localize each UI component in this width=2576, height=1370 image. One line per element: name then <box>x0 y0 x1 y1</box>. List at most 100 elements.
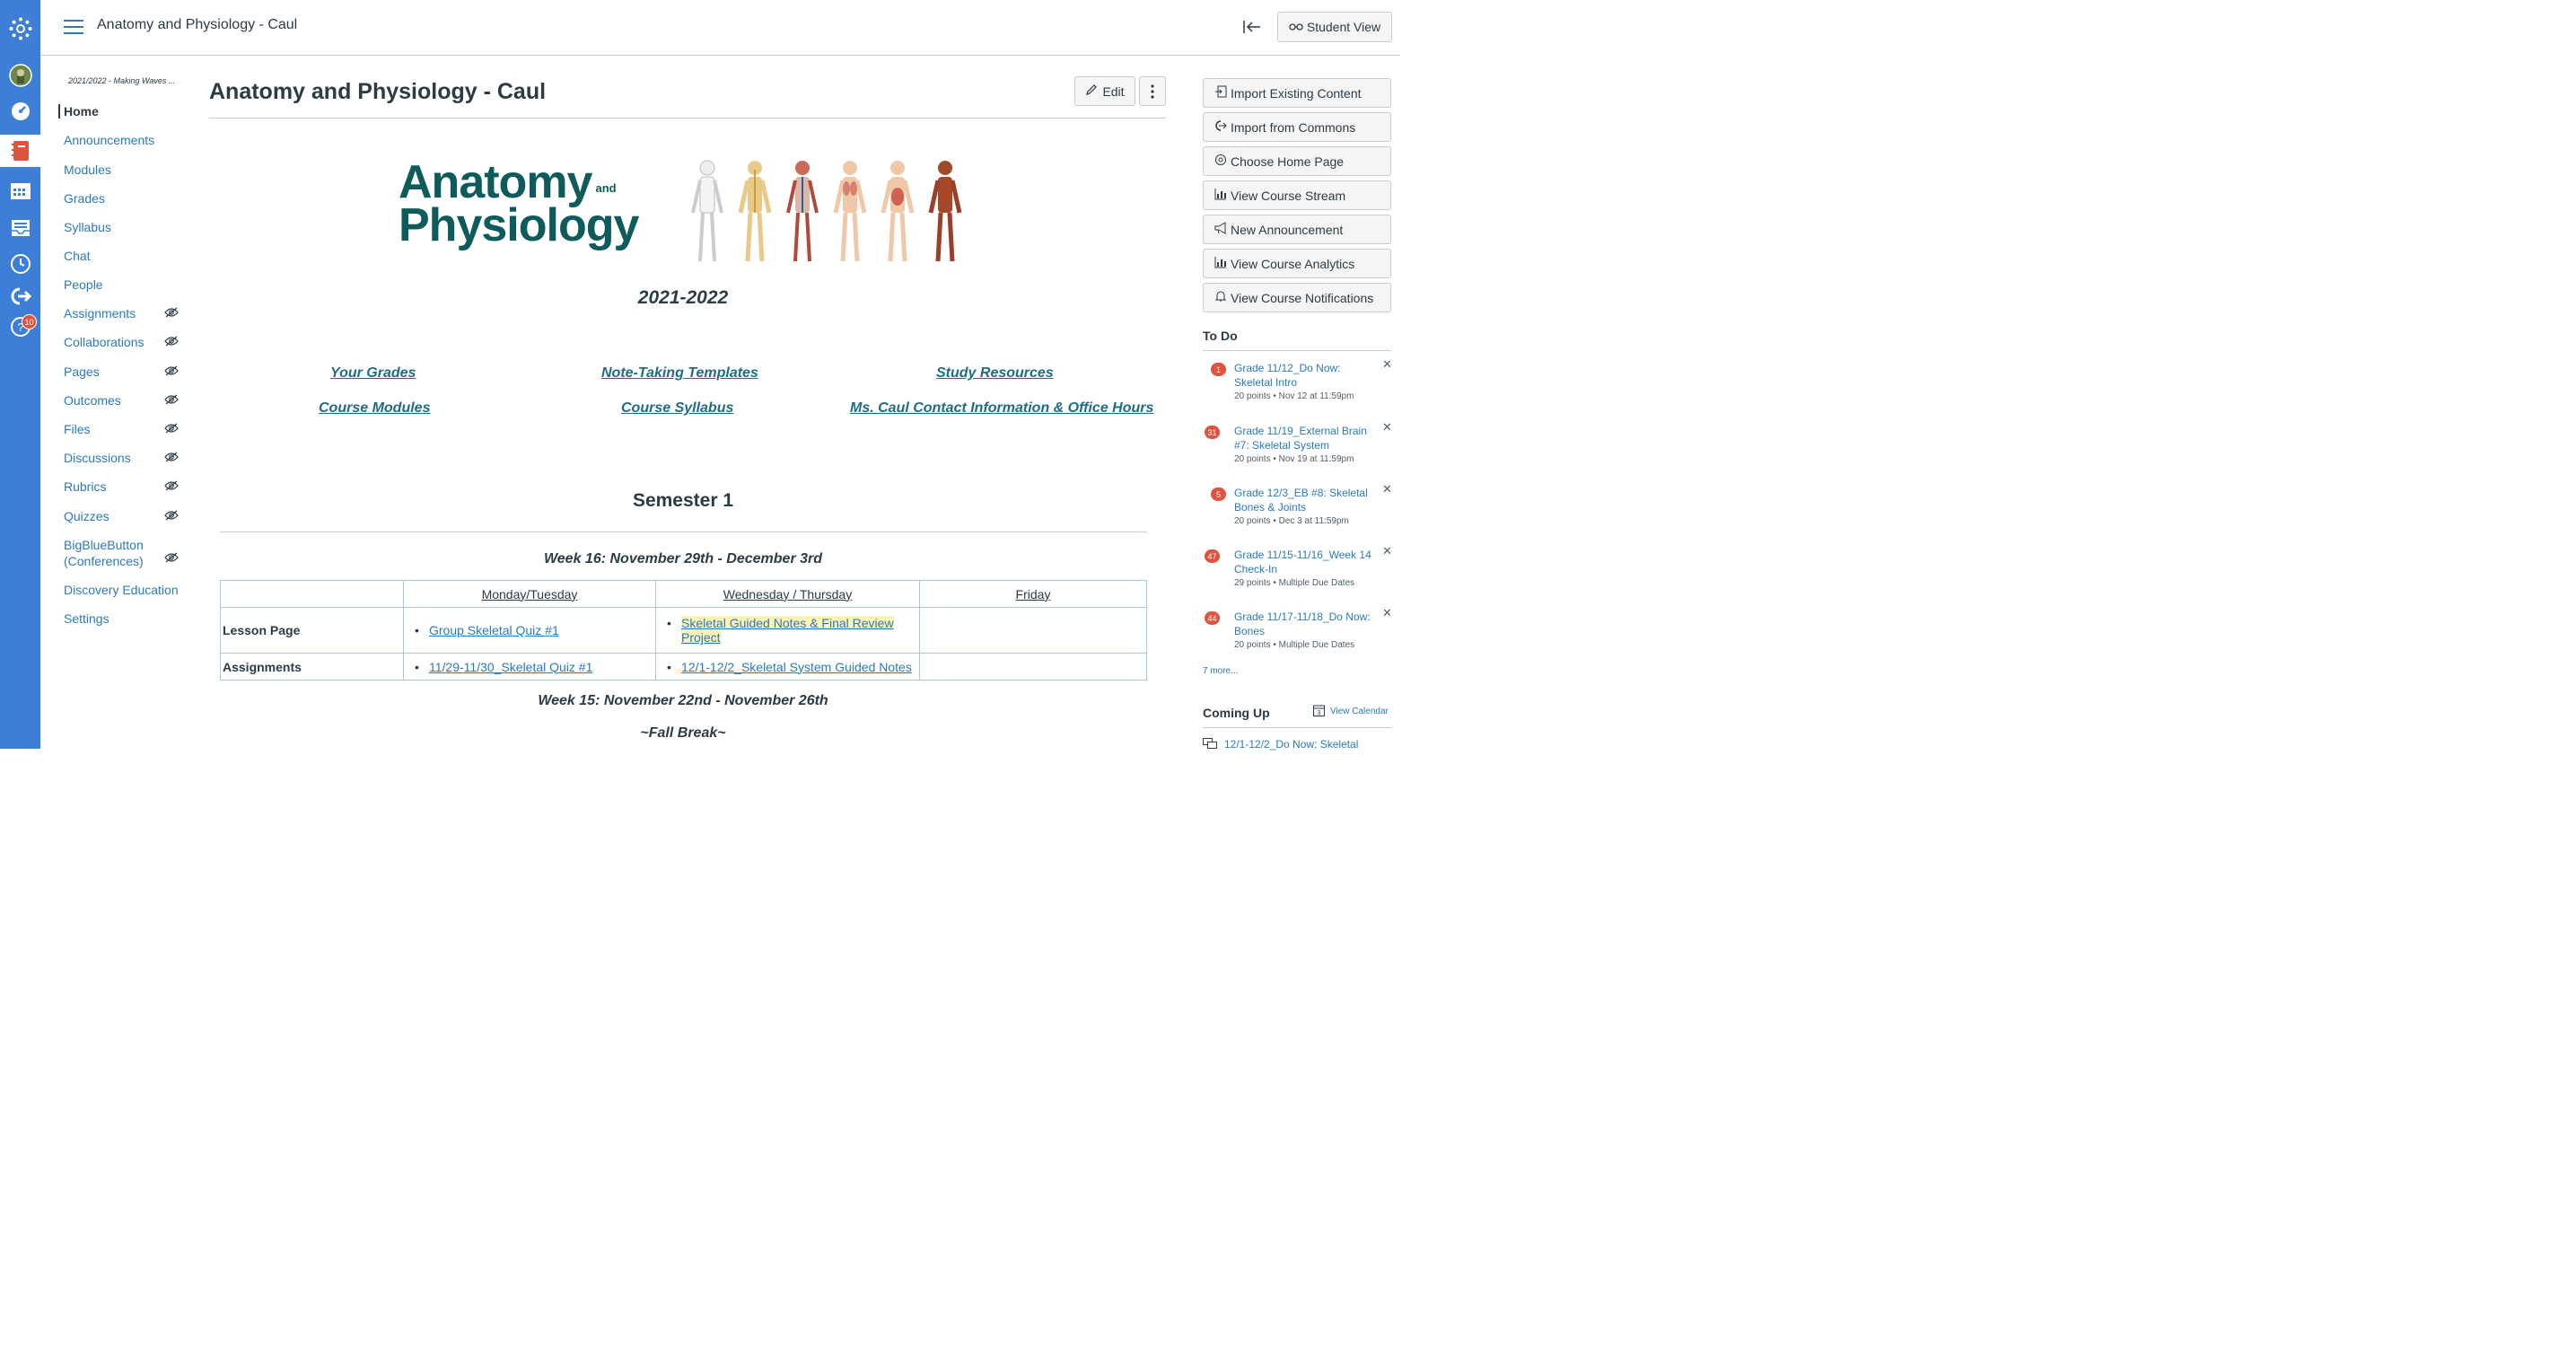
schedule-link[interactable]: 11/29-11/30_Skeletal Quiz #1 <box>429 660 592 674</box>
todo-more-link[interactable]: 7 more... <box>1203 666 1238 676</box>
link-contact-office-hours[interactable]: Ms. Caul Contact Information & Office Ho… <box>850 400 1153 417</box>
courses-icon[interactable] <box>0 135 40 167</box>
coming-up-heading: Coming Up <box>1203 706 1270 720</box>
respiratory-figure <box>833 161 867 262</box>
import-icon <box>1214 85 1227 101</box>
student-view-button[interactable]: Student View <box>1277 12 1392 42</box>
breadcrumb-course[interactable]: Anatomy and Physiology - Caul <box>97 17 297 33</box>
dismiss-icon[interactable]: ✕ <box>1382 544 1392 558</box>
needs-grading-count: 31 <box>1205 426 1220 439</box>
dismiss-icon[interactable]: ✕ <box>1382 357 1392 372</box>
todo-meta: 20 points • Multiple Due Dates <box>1234 640 1355 650</box>
banner-and: and <box>595 181 617 195</box>
import-from-commons-button[interactable]: Import from Commons <box>1203 112 1391 142</box>
history-icon[interactable] <box>0 248 40 280</box>
todo-meta: 20 points • Nov 12 at 11:59pm <box>1234 391 1354 401</box>
term-label: 2021/2022 - Making Waves ... <box>68 76 176 85</box>
view-course-notifications-button[interactable]: View Course Notifications <box>1203 283 1391 312</box>
view-course-stream-button[interactable]: View Course Stream <box>1203 180 1391 210</box>
banner-line2: Physiology <box>399 198 639 251</box>
hidden-eye-icon <box>164 551 179 567</box>
dismiss-icon[interactable]: ✕ <box>1382 420 1392 435</box>
import-existing-content-label: Import Existing Content <box>1231 85 1362 101</box>
pencil-icon <box>1085 83 1098 99</box>
todo-title[interactable]: Grade 11/12_Do Now: Skeletal Intro <box>1234 361 1376 390</box>
hidden-eye-icon <box>164 393 179 409</box>
hidden-eye-icon <box>164 451 179 467</box>
course-nav-modules[interactable]: Modules <box>58 162 111 177</box>
view-calendar-link[interactable]: 3 View Calendar <box>1313 704 1389 719</box>
fall-break-note: ~Fall Break~ <box>640 725 726 741</box>
new-announcement-label: New Announcement <box>1231 222 1344 237</box>
table-header-cell: Friday <box>919 580 1147 608</box>
course-nav-announcements[interactable]: Announcements <box>58 133 154 147</box>
row-label: Lesson Page <box>220 607 404 654</box>
coming-up-item[interactable]: 12/1-12/2_Do Now: Skeletal <box>1203 738 1358 751</box>
link-note-taking-templates[interactable]: Note-Taking Templates <box>601 365 758 382</box>
course-nav-quizzes-row: Quizzes <box>58 509 193 523</box>
import-existing-content-button[interactable]: Import Existing Content <box>1203 78 1391 108</box>
help-badge: 10 <box>22 314 37 329</box>
collapse-sidebar-icon[interactable] <box>1239 16 1266 38</box>
dashboard-icon[interactable] <box>0 95 40 127</box>
glasses-icon <box>1289 20 1303 34</box>
course-nav-home[interactable]: Home <box>58 104 99 119</box>
megaphone-icon <box>1214 222 1227 237</box>
anatomy-figures-image <box>691 160 962 262</box>
table-header-cell: Monday/Tuesday <box>403 580 656 608</box>
calendar-icon[interactable] <box>0 174 40 206</box>
digestive-figure <box>881 161 915 262</box>
muscular-figure <box>928 161 962 262</box>
hidden-eye-icon <box>164 422 179 438</box>
edit-button[interactable]: Edit <box>1074 76 1135 106</box>
todo-title[interactable]: Grade 11/17-11/18_Do Now: Bones <box>1234 610 1376 638</box>
hidden-eye-icon <box>164 364 179 381</box>
course-nav-bigbluebutton[interactable]: BigBlueButton (Conferences) <box>58 537 157 569</box>
course-nav-grades[interactable]: Grades <box>58 191 105 206</box>
course-nav-syllabus[interactable]: Syllabus <box>58 220 111 234</box>
week15-heading: Week 15: November 22nd - November 26th <box>538 693 828 708</box>
link-course-modules[interactable]: Course Modules <box>319 400 430 417</box>
choose-home-page-button[interactable]: Choose Home Page <box>1203 146 1391 176</box>
todo-title[interactable]: Grade 12/3_EB #8: Skeletal Bones & Joint… <box>1234 486 1376 514</box>
course-nav-discovery-education[interactable]: Discovery Education <box>58 583 179 597</box>
dismiss-icon[interactable]: ✕ <box>1382 606 1392 620</box>
canvas-logo-icon[interactable] <box>0 13 40 45</box>
todo-title[interactable]: Grade 11/15-11/16_Week 14 Check-In <box>1234 548 1376 576</box>
semester-heading: Semester 1 <box>632 490 734 511</box>
link-your-grades[interactable]: Your Grades <box>330 365 416 382</box>
table-row: Assignments 11/29-11/30_Skeletal Quiz #1… <box>220 653 1147 681</box>
account-avatar[interactable] <box>0 59 40 92</box>
inbox-icon[interactable] <box>0 212 40 244</box>
commons-icon <box>1214 119 1227 135</box>
schedule-link[interactable]: Group Skeletal Quiz #1 <box>429 623 559 637</box>
dismiss-icon[interactable]: ✕ <box>1382 482 1392 496</box>
view-course-analytics-button[interactable]: View Course Analytics <box>1203 249 1391 278</box>
svg-text:3: 3 <box>1318 710 1321 716</box>
new-announcement-button[interactable]: New Announcement <box>1203 215 1391 244</box>
needs-grading-count: 44 <box>1205 611 1220 625</box>
title-divider <box>209 118 1166 119</box>
more-options-icon[interactable] <box>1139 76 1166 106</box>
course-nav-settings[interactable]: Settings <box>58 611 110 626</box>
global-nav: ? 10 <box>0 0 40 749</box>
todo-meta: 20 points • Nov 19 at 11:59pm <box>1234 454 1354 464</box>
schedule-link[interactable]: 12/1-12/2_Skeletal System Guided Notes <box>681 660 912 674</box>
course-banner-title: Anatomy and Physiology <box>399 159 639 251</box>
hamburger-menu-icon[interactable] <box>64 20 83 36</box>
circulatory-figure <box>786 161 819 262</box>
choose-home-page-label: Choose Home Page <box>1231 154 1345 169</box>
table-header-cell <box>220 580 404 608</box>
link-course-syllabus[interactable]: Course Syllabus <box>621 400 733 417</box>
hidden-eye-icon <box>164 479 179 496</box>
calendar-icon: 3 <box>1313 704 1325 719</box>
view-course-analytics-label: View Course Analytics <box>1231 256 1355 271</box>
link-study-resources[interactable]: Study Resources <box>936 365 1054 382</box>
table-header-row: Monday/Tuesday Wednesday / Thursday Frid… <box>220 580 1147 608</box>
needs-grading-count: 5 <box>1211 487 1226 501</box>
course-nav-files-row: Files <box>58 422 193 436</box>
course-nav-chat[interactable]: Chat <box>58 249 91 263</box>
schedule-link[interactable]: Skeletal Guided Notes & Final Review Pro… <box>681 616 894 645</box>
course-nav: 2021/2022 - Making Waves ... Home Announ… <box>58 72 193 626</box>
todo-title[interactable]: Grade 11/19_External Brain #7: Skeletal … <box>1234 424 1376 452</box>
